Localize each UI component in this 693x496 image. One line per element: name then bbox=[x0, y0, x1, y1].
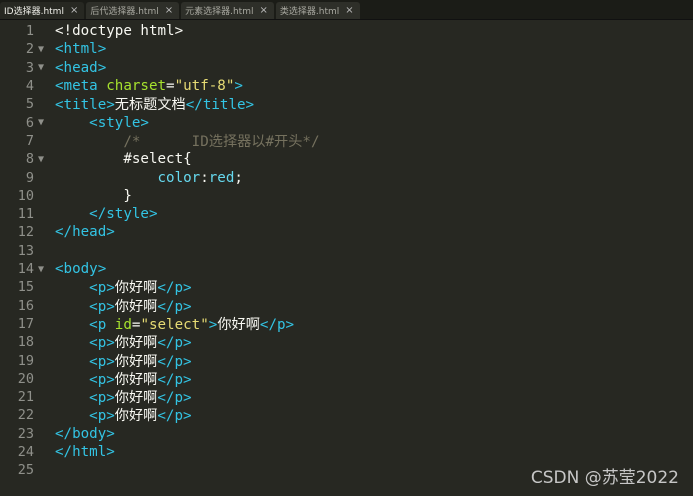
fold-arrow-icon[interactable]: ▼ bbox=[38, 154, 48, 165]
tab-close-icon[interactable]: × bbox=[165, 5, 173, 16]
line-number: 7 bbox=[25, 132, 34, 149]
line-number: 24 bbox=[17, 444, 34, 461]
code-line: 9 color:red; bbox=[0, 168, 693, 186]
code-line: 19 <p>你好啊</p> bbox=[0, 351, 693, 370]
fold-arrow-icon[interactable]: ▼ bbox=[38, 264, 48, 275]
line-number: 11 bbox=[17, 206, 34, 223]
code-line: 22 <p>你好啊</p> bbox=[0, 406, 693, 424]
code-text: <title>无标题文档</title> bbox=[55, 97, 255, 114]
line-number: 8 bbox=[25, 151, 34, 168]
code-text: </style> bbox=[89, 206, 158, 223]
tab-label: 类选择器.html bbox=[279, 7, 340, 17]
code-text: <p>你好啊</p> bbox=[89, 280, 192, 297]
line-number: 6 bbox=[25, 114, 34, 131]
line-number: 10 bbox=[17, 187, 34, 204]
line-number: 15 bbox=[17, 279, 34, 296]
code-text: <head> bbox=[55, 59, 107, 76]
line-number: 21 bbox=[17, 389, 34, 406]
code-text: color:red; bbox=[157, 169, 243, 186]
tab-bar: ID选择器.html × 后代选择器.html × 元素选择器.html × 类… bbox=[0, 0, 693, 20]
tab-label: 后代选择器.html bbox=[90, 7, 159, 17]
tab-close-icon[interactable]: × bbox=[259, 5, 267, 16]
code-text: <body> bbox=[55, 261, 107, 278]
code-line: 24 </html> bbox=[0, 443, 693, 461]
tab-class-selector[interactable]: 类选择器.html × bbox=[275, 2, 360, 19]
code-text: <meta charset="utf-8"> bbox=[55, 78, 243, 95]
fold-arrow-icon[interactable]: ▼ bbox=[38, 117, 48, 128]
code-text: <p>你好啊</p> bbox=[89, 371, 192, 388]
code-line: 16 <p>你好啊</p> bbox=[0, 297, 693, 315]
code-text: <p>你好啊</p> bbox=[89, 335, 192, 352]
code-line: 20 <p>你好啊</p> bbox=[0, 370, 693, 388]
code-line: 17 <p id="select">你好啊</p> bbox=[0, 315, 693, 333]
code-line: 14 ▼ <body> bbox=[0, 260, 693, 278]
line-number: 17 bbox=[17, 315, 34, 332]
code-text: </html> bbox=[55, 444, 115, 461]
code-line: 5 <title>无标题文档</title> bbox=[0, 95, 693, 113]
line-number: 9 bbox=[25, 169, 34, 186]
tab-label: ID选择器.html bbox=[4, 7, 64, 17]
code-text: <!doctype html> bbox=[55, 23, 184, 40]
code-line: 15 <p>你好啊</p> bbox=[0, 278, 693, 296]
line-number: 4 bbox=[25, 78, 34, 95]
line-number: 16 bbox=[17, 297, 34, 314]
line-number: 3 bbox=[25, 59, 34, 76]
line-number: 13 bbox=[17, 242, 34, 259]
code-line: 7 /* ID选择器以#开头*/ bbox=[0, 132, 693, 150]
tab-close-icon[interactable]: × bbox=[345, 5, 353, 16]
code-line: 6 ▼ <style> bbox=[0, 114, 693, 132]
code-line: 4 <meta charset="utf-8"> bbox=[0, 77, 693, 95]
code-text: <html> bbox=[55, 41, 107, 58]
line-number: 20 bbox=[17, 370, 34, 387]
code-text: <p>你好啊</p> bbox=[89, 408, 192, 425]
tab-close-icon[interactable]: × bbox=[70, 5, 78, 16]
code-line: 3 ▼ <head> bbox=[0, 59, 693, 77]
code-line: 23 </body> bbox=[0, 425, 693, 443]
code-line: 11 </style> bbox=[0, 205, 693, 223]
line-number: 22 bbox=[17, 407, 34, 424]
line-number: 18 bbox=[17, 334, 34, 351]
code-text: <style> bbox=[89, 114, 149, 131]
code-line: 10 } bbox=[0, 187, 693, 205]
code-text: <p>你好啊</p> bbox=[89, 353, 192, 370]
line-number: 23 bbox=[17, 425, 34, 442]
line-number: 14 bbox=[17, 261, 34, 278]
line-number: 2 bbox=[25, 41, 34, 58]
fold-arrow-icon[interactable]: ▼ bbox=[38, 62, 48, 73]
code-text: <p>你好啊</p> bbox=[89, 298, 192, 315]
tab-label: 元素选择器.html bbox=[185, 7, 254, 17]
tab-descendant-selector[interactable]: 后代选择器.html × bbox=[86, 2, 180, 19]
code-text: </head> bbox=[55, 224, 115, 241]
code-text: </body> bbox=[55, 425, 115, 442]
code-line: 12 </head> bbox=[0, 223, 693, 241]
code-line: 2 ▼ <html> bbox=[0, 40, 693, 58]
line-number: 12 bbox=[17, 224, 34, 241]
tab-id-selector[interactable]: ID选择器.html × bbox=[0, 2, 85, 19]
fold-arrow-icon[interactable]: ▼ bbox=[38, 44, 48, 55]
code-text: /* ID选择器以#开头*/ bbox=[123, 133, 320, 150]
code-text: } bbox=[123, 187, 132, 204]
line-number: 5 bbox=[25, 96, 34, 113]
line-number: 25 bbox=[17, 462, 34, 479]
code-line: 1 <!doctype html> bbox=[0, 22, 693, 40]
line-number: 19 bbox=[17, 352, 34, 369]
code-editor[interactable]: 1 <!doctype html> 2 ▼ <html> 3 ▼ <head> … bbox=[0, 20, 693, 496]
line-number: 1 bbox=[25, 23, 34, 40]
code-line: 18 <p>你好啊</p> bbox=[0, 333, 693, 351]
code-line: 21 <p>你好啊</p> bbox=[0, 388, 693, 406]
code-line: 13 bbox=[0, 242, 693, 260]
tab-element-selector[interactable]: 元素选择器.html × bbox=[181, 2, 274, 19]
watermark: CSDN @苏莹2022 bbox=[530, 468, 679, 488]
code-line: 8 ▼ #select{ bbox=[0, 150, 693, 168]
code-text: <p id="select">你好啊</p> bbox=[89, 316, 295, 333]
code-text: #select{ bbox=[123, 151, 192, 168]
code-text: <p>你好啊</p> bbox=[89, 390, 192, 407]
